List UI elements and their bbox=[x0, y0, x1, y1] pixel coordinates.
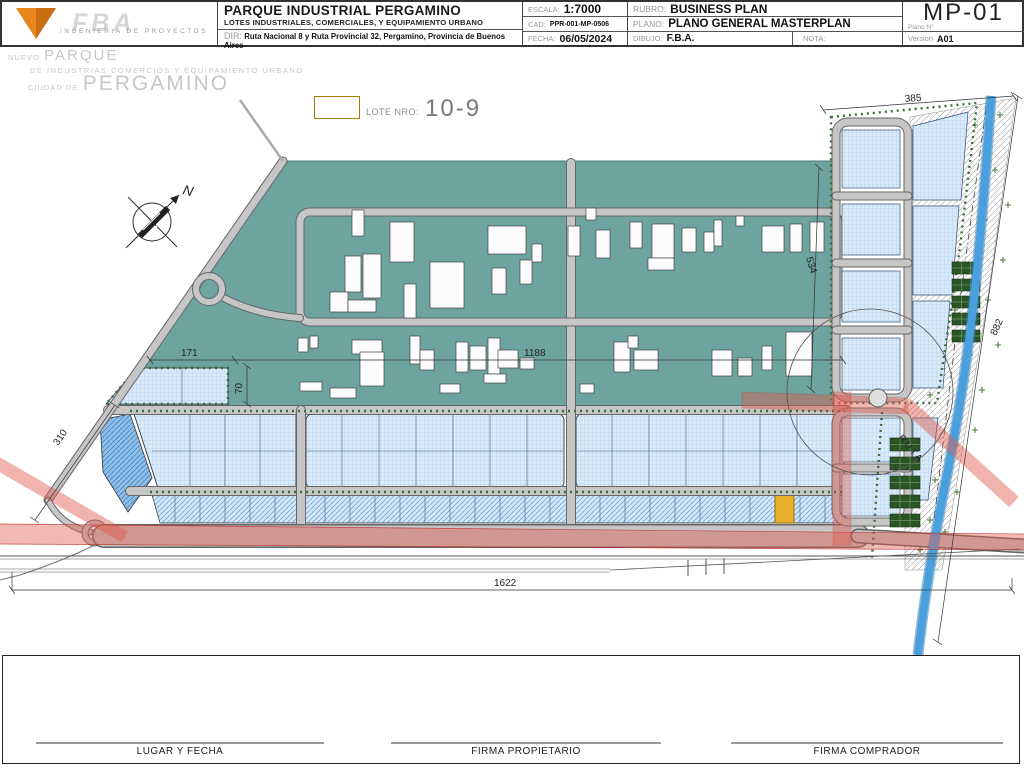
watermark-nuevo: NUEVO bbox=[8, 53, 40, 62]
scale-cell: ESCALA: 1:7000 CAD: PPR-001-MP-0506 FECH… bbox=[522, 2, 627, 45]
highlighted-lot-10-9[interactable] bbox=[774, 494, 795, 524]
svg-text:310: 310 bbox=[51, 427, 70, 447]
fecha-value: 06/05/2024 bbox=[559, 32, 613, 45]
title-block: FBA INGENIERIA DE PROYECTOS PARQUE INDUS… bbox=[0, 0, 1024, 50]
lot-band-small bbox=[151, 494, 846, 524]
svg-text:1622: 1622 bbox=[494, 578, 517, 589]
cad-label: CAD: bbox=[528, 19, 546, 29]
svg-text:385: 385 bbox=[904, 93, 922, 105]
dibujo-value: F.B.A. bbox=[666, 33, 695, 44]
nota-label: NOTA: bbox=[803, 34, 826, 43]
signature-block: LUGAR Y FECHA FIRMA PROPIETARIO FIRMA CO… bbox=[2, 655, 1020, 764]
north-arrow-icon: N bbox=[125, 181, 196, 249]
escala-value: 1:7000 bbox=[563, 2, 602, 16]
plano-label: PLANO: bbox=[633, 19, 665, 29]
sheet-number-cell: MP-01 Plano N° Version A01 bbox=[902, 0, 1024, 45]
project-title: PARQUE INDUSTRIAL PERGAMINO bbox=[224, 3, 462, 18]
masterplan-sheet: 385 534 882 310 171 1188 70 1622 RUTA N … bbox=[0, 0, 1024, 768]
svg-text:882: 882 bbox=[989, 317, 1006, 337]
signature-line-comprador[interactable] bbox=[731, 742, 1003, 744]
watermark-pergamino: PERGAMINO bbox=[82, 72, 230, 95]
fecha-label: FECHA: bbox=[528, 34, 556, 43]
signature-label-lugar: LUGAR Y FECHA bbox=[136, 746, 224, 757]
lot-band-large bbox=[133, 413, 845, 489]
plano-value: PLANO GENERAL MASTERPLAN bbox=[668, 18, 851, 30]
svg-text:N: N bbox=[181, 181, 196, 199]
rubro-cell: RUBRO: BUSINESS PLAN PLANO: PLANO GENERA… bbox=[627, 2, 902, 45]
logo-cell: FBA INGENIERIA DE PROYECTOS bbox=[2, 2, 217, 45]
masterplan-drawing: 385 534 882 310 171 1188 70 1622 RUTA N bbox=[0, 91, 1024, 656]
version-label: Version bbox=[908, 34, 934, 43]
project-title-cell: PARQUE INDUSTRIAL PERGAMINO LOTES INDUST… bbox=[217, 2, 522, 50]
brand-tagline: INGENIERIA DE PROYECTOS bbox=[60, 28, 209, 35]
cad-value: PPR-001-MP-0506 bbox=[549, 20, 610, 28]
signature-label-propietario: FIRMA PROPIETARIO bbox=[471, 746, 581, 757]
svg-text:1188: 1188 bbox=[524, 348, 546, 359]
railway-lines bbox=[0, 548, 1024, 576]
sheet-number: MP-01 bbox=[923, 0, 1004, 26]
legend-lot-label: LOTE NRO: bbox=[366, 107, 420, 117]
watermark-parque: PARQUE bbox=[44, 47, 119, 64]
legend-lot-value: 10-9 bbox=[425, 95, 482, 122]
signature-line-lugar[interactable] bbox=[36, 742, 324, 744]
legend-swatch bbox=[314, 96, 360, 119]
rubro-label: RUBRO: bbox=[633, 4, 667, 14]
watermark-title: NUEVO PARQUE DE INDUSTRIAS COMERCIOS Y E… bbox=[8, 47, 304, 95]
lot-legend: LOTE NRO: 10-9 bbox=[314, 95, 482, 122]
project-subtitle: LOTES INDUSTRIALES, COMERCIALES, Y EQUIP… bbox=[224, 18, 484, 27]
dibujo-label: DIBUJO: bbox=[633, 34, 663, 43]
signature-line-propietario[interactable] bbox=[391, 742, 661, 744]
signature-label-comprador: FIRMA COMPRADOR bbox=[813, 746, 921, 757]
dir-label: DIR: bbox=[224, 31, 242, 41]
svg-text:70: 70 bbox=[234, 382, 245, 394]
watermark-ciudad: CIUDAD DE bbox=[28, 83, 79, 92]
version-value: A01 bbox=[937, 33, 954, 44]
fba-logo-icon bbox=[16, 7, 56, 39]
escala-label: ESCALA: bbox=[528, 4, 560, 14]
svg-text:171: 171 bbox=[181, 348, 198, 359]
rubro-value: BUSINESS PLAN bbox=[670, 2, 768, 16]
